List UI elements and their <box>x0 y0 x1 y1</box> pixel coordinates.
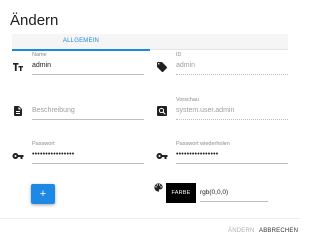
cancel-button[interactable]: ABBRECHEN <box>259 228 298 234</box>
name-underline <box>32 74 144 75</box>
tag-icon <box>157 62 167 72</box>
password-repeat-input[interactable]: •••••••••••••••• <box>176 151 218 158</box>
preview-underline <box>176 119 288 120</box>
search-icon <box>157 106 167 116</box>
dialog-title: Ändern <box>10 12 59 29</box>
tab-allgemein-label: ALLGEMEIN <box>62 38 100 44</box>
description-underline <box>32 119 144 120</box>
preview-label: Vorschau <box>176 97 199 103</box>
add-icon-button[interactable]: + <box>31 184 55 204</box>
palette-icon <box>154 183 163 192</box>
color-value-underline <box>200 201 268 202</box>
id-input: admin <box>176 62 196 69</box>
tab-active-indicator <box>12 49 150 51</box>
id-underline <box>176 74 288 75</box>
description-input[interactable]: Beschreibung <box>32 107 75 114</box>
key-icon <box>12 153 24 159</box>
save-button[interactable]: ÄNDERN <box>228 228 255 234</box>
preview-input: system.user.admin <box>176 107 235 114</box>
footer-divider <box>0 218 300 219</box>
tab-allgemein[interactable]: ALLGEMEIN <box>12 34 150 51</box>
text-format-icon <box>13 63 23 71</box>
tab-bar: ALLGEMEIN <box>12 34 288 51</box>
password-repeat-label: Passwort wiederholen <box>176 141 230 147</box>
password-input[interactable]: •••••••••••••••• <box>32 151 74 158</box>
id-label: ID <box>176 52 182 58</box>
name-label: Name <box>32 52 47 58</box>
password-repeat-underline <box>176 163 288 164</box>
password-underline <box>32 163 144 164</box>
color-picker-button[interactable]: FARBE <box>166 183 196 203</box>
color-value-input[interactable]: rgb(0,0,0) <box>200 189 228 196</box>
description-icon <box>14 106 22 116</box>
key-icon <box>156 153 168 159</box>
name-input[interactable]: admin <box>32 62 51 69</box>
password-label: Passwort <box>32 141 55 147</box>
